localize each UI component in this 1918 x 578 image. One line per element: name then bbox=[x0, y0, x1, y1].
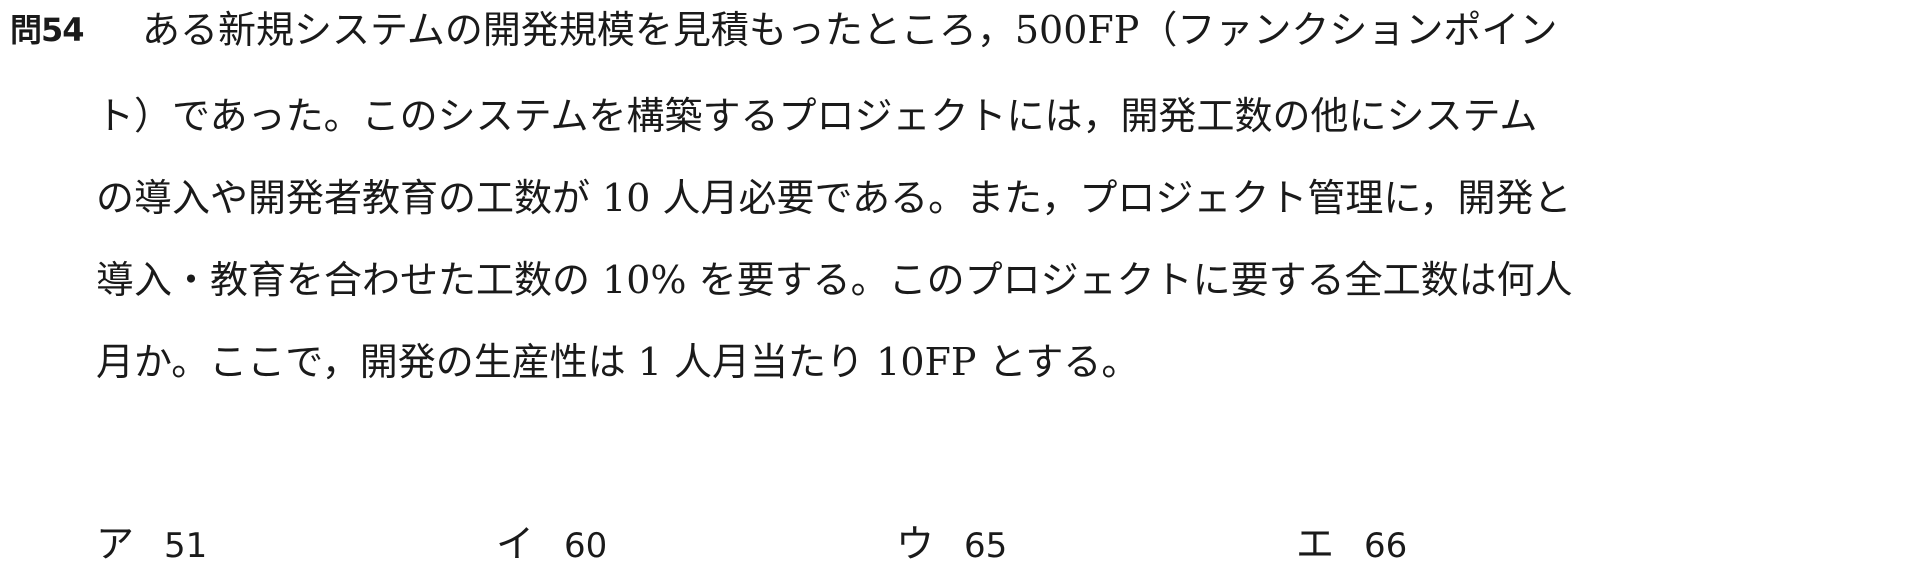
question-text-line-2: ト）であった。このシステムを構築するプロジェクトには，開発工数の他にシステム bbox=[96, 94, 1538, 138]
answer-choice-e[interactable]: エ 66 bbox=[1296, 520, 1407, 570]
question-text-line-4: 導入・教育を合わせた工数の 10% を要する。このプロジェクトに要する全工数は何… bbox=[96, 258, 1573, 302]
choice-label: ア bbox=[96, 522, 135, 566]
choice-label: ウ bbox=[896, 522, 935, 566]
choice-value: 51 bbox=[164, 526, 208, 566]
answer-choice-u[interactable]: ウ 65 bbox=[896, 520, 1007, 570]
answer-choice-i[interactable]: イ 60 bbox=[496, 520, 607, 570]
exam-question-page: 問54 ある新規システムの開発規模を見積もったところ，500FP（ファンクション… bbox=[0, 0, 1918, 578]
answer-choice-a[interactable]: ア 51 bbox=[96, 520, 207, 570]
question-text-line-1: ある新規システムの開発規模を見積もったところ，500FP（ファンクションポイン bbox=[142, 8, 1558, 52]
question-number: 問54 bbox=[10, 11, 85, 49]
question-text-line-3: の導入や開発者教育の工数が 10 人月必要である。また，プロジェクト管理に，開発… bbox=[96, 176, 1572, 220]
choice-value: 65 bbox=[964, 526, 1008, 566]
question-text-line-5: 月か。ここで，開発の生産性は 1 人月当たり 10FP とする。 bbox=[96, 340, 1140, 384]
choice-label: エ bbox=[1296, 522, 1335, 566]
choice-label: イ bbox=[496, 522, 535, 566]
choice-value: 66 bbox=[1364, 526, 1408, 566]
choice-value: 60 bbox=[564, 526, 608, 566]
